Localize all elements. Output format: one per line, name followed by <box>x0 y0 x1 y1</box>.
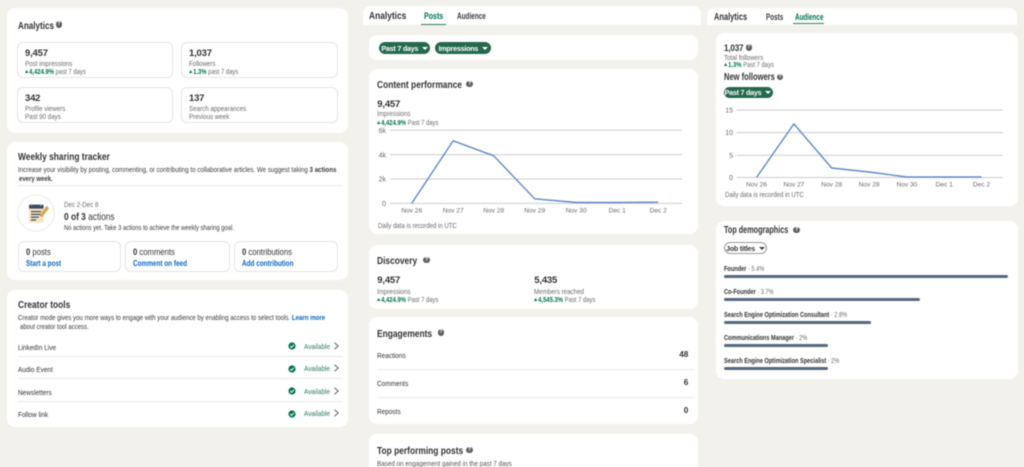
svg-text:Dec 2: Dec 2 <box>972 182 990 189</box>
svg-text:6k: 6k <box>379 128 387 135</box>
svg-text:Dec 2: Dec 2 <box>650 208 668 215</box>
svg-text:Nov 28: Nov 28 <box>821 182 842 189</box>
svg-text:Nov 27: Nov 27 <box>443 208 464 215</box>
svg-text:Nov 29: Nov 29 <box>525 208 546 215</box>
svg-text:Dec 1: Dec 1 <box>935 182 953 189</box>
svg-text:15: 15 <box>725 108 733 115</box>
svg-text:Nov 29: Nov 29 <box>858 182 879 189</box>
svg-text:Nov 30: Nov 30 <box>566 208 587 215</box>
svg-text:5: 5 <box>729 153 733 160</box>
svg-text:Dec 1: Dec 1 <box>609 208 627 215</box>
svg-text:4k: 4k <box>379 152 387 159</box>
svg-text:Nov 27: Nov 27 <box>783 182 804 189</box>
svg-text:Nov 26: Nov 26 <box>402 208 423 215</box>
svg-text:10: 10 <box>725 131 733 138</box>
svg-text:0: 0 <box>382 201 386 208</box>
svg-text:2k: 2k <box>379 177 387 184</box>
svg-text:0: 0 <box>729 176 733 183</box>
svg-text:Nov 26: Nov 26 <box>746 182 767 189</box>
svg-text:Nov 28: Nov 28 <box>484 208 505 215</box>
svg-text:Nov 30: Nov 30 <box>896 182 917 189</box>
